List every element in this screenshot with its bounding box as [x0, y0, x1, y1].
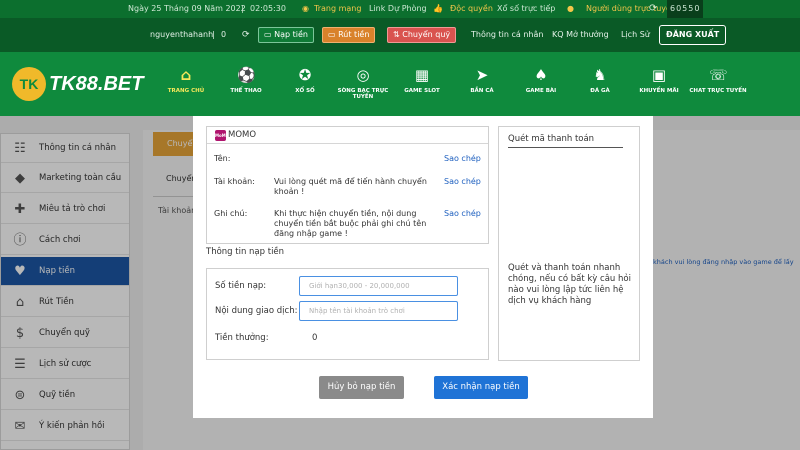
- confirm-deposit-button[interactable]: Xác nhận nạp tiền: [434, 376, 528, 399]
- refresh-balance-icon[interactable]: ⟳: [242, 18, 250, 52]
- xo-so-link[interactable]: Xổ số trực tiếp: [497, 0, 555, 18]
- deposit-form: Số tiền nạp: Nội dung giao dịch: Tiền th…: [206, 268, 489, 360]
- thong-tin-link[interactable]: Thông tin cá nhân: [471, 18, 543, 52]
- lich-su-link[interactable]: Lịch Sử: [621, 18, 650, 52]
- qr-payment-box: Quét mã thanh toán Quét và thanh toán nh…: [498, 126, 640, 361]
- online-label: Người dùng trực tuyến: [586, 4, 677, 13]
- chuyen-quy-button[interactable]: ⇅ Chuyển quỹ: [387, 27, 457, 43]
- momo-title: MOMO: [228, 130, 257, 140]
- ten-label: Tên:: [214, 154, 231, 163]
- rut-tien-button[interactable]: ▭ Rút tiền: [322, 27, 376, 43]
- home-icon: ⌂: [180, 66, 192, 84]
- ghi-chu-value: Khi thực hiện chuyển tiền, nội dung chuy…: [274, 209, 427, 238]
- logo-text: TK88.BET: [49, 72, 144, 95]
- content-label: Nội dung giao dịch:: [215, 306, 298, 316]
- main-nav: TK TK88.BET ⌂ TRANG CHỦ ⚽ THỂ THAO ✪ XỔ …: [0, 52, 800, 116]
- kq-mo-thuong-link[interactable]: KQ Mở thưởng: [552, 18, 609, 52]
- content-input[interactable]: [299, 301, 458, 321]
- nav-chat[interactable]: ☏ CHAT TRỰC TUYẾN: [683, 52, 753, 116]
- qr-description: Quét và thanh toán nhanh chóng, nếu có b…: [508, 263, 631, 306]
- thumbs-up-icon: 👍: [433, 4, 443, 13]
- bonus-value: 0: [312, 333, 318, 343]
- cancel-deposit-button[interactable]: Hủy bỏ nạp tiền: [319, 376, 404, 399]
- qr-title: Quét mã thanh toán: [508, 134, 595, 144]
- balance: 0: [221, 30, 227, 39]
- nap-tien-button[interactable]: ▭ Nạp tiền: [258, 27, 314, 43]
- logo-mark: TK: [12, 67, 46, 101]
- tai-khoan-value: Vui lòng quét mã để tiến hành chuyển kho…: [274, 177, 427, 196]
- deposit-modal: MoMo MOMO Tên: Sao chép Tài khoản: Vui l…: [193, 116, 653, 418]
- cards-icon: ♠: [534, 66, 548, 84]
- fish-icon: ➤: [475, 66, 489, 84]
- divider: [508, 147, 623, 148]
- bonus-label: Tiền thưởng:: [215, 333, 269, 343]
- transfer-icon: ⇅: [393, 30, 403, 39]
- card-icon: ▭: [328, 30, 339, 39]
- top-info-bar: Ngày 25 Tháng 09 Năm 2022 | 02:05:30 ◉ T…: [0, 0, 800, 18]
- globe-icon: ◉: [302, 4, 309, 13]
- logout-button[interactable]: ĐĂNG XUẤT: [659, 25, 727, 45]
- user-icon: ●: [567, 4, 574, 13]
- pipe: |: [212, 30, 215, 39]
- gift-icon: ▣: [651, 66, 667, 84]
- momo-header: MoMo MOMO: [207, 127, 488, 144]
- copy-tai-khoan-link[interactable]: Sao chép: [444, 177, 481, 186]
- lottery-icon: ✪: [298, 66, 312, 84]
- amount-label: Số tiền nạp:: [215, 281, 267, 291]
- doc-quyen-link[interactable]: Độc quyền: [450, 0, 493, 18]
- trang-mang-link[interactable]: Trang mạng: [314, 0, 361, 18]
- copy-ten-link[interactable]: Sao chép: [444, 154, 481, 163]
- tai-khoan-label: Tài khoản:: [214, 177, 255, 186]
- amount-input[interactable]: [299, 276, 458, 296]
- logo[interactable]: TK TK88.BET: [12, 67, 143, 101]
- link-du-phong[interactable]: Link Dự Phòng: [369, 0, 427, 18]
- soccer-icon: ⚽: [237, 66, 256, 84]
- ghi-chu-label: Ghi chú:: [214, 209, 248, 218]
- username: nguyenthahanh: [150, 30, 214, 39]
- wallet-icon: ▭: [264, 30, 275, 39]
- deposit-section-title: Thông tin nạp tiền: [206, 247, 285, 257]
- copy-ghi-chu-link[interactable]: Sao chép: [444, 209, 481, 218]
- casino-icon: ◎: [356, 66, 370, 84]
- rooster-icon: ♞: [593, 66, 607, 84]
- date-text: Ngày 25 Tháng 09 Năm 2022: [128, 4, 246, 13]
- slot-icon: ▦: [414, 66, 430, 84]
- clock-text: 02:05:30: [250, 4, 286, 13]
- refresh-icon[interactable]: ⟳: [649, 0, 657, 18]
- momo-logo-icon: MoMo: [215, 130, 228, 141]
- user-bar: nguyenthahanh | 0 ⟳ ▭ Nạp tiền ▭ Rút tiề…: [0, 18, 800, 52]
- momo-info-box: MoMo MOMO Tên: Sao chép Tài khoản: Vui l…: [206, 126, 489, 244]
- pipe: |: [241, 4, 244, 13]
- online-counter: 60550: [667, 0, 704, 18]
- chat-icon: ☏: [709, 66, 728, 84]
